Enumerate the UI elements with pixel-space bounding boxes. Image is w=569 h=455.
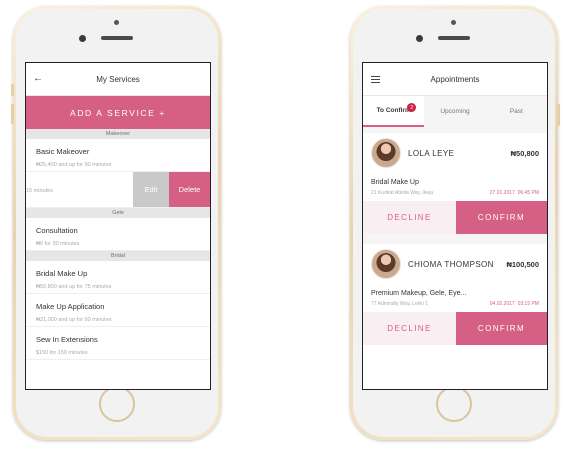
add-service-button[interactable]: ADD A SERVICE + (26, 96, 210, 129)
tab-past[interactable]: Past (486, 96, 547, 127)
tab-to-confirm[interactable]: To Confirm 2 (363, 96, 425, 127)
client-name: CHIOMA THOMPSON (408, 259, 494, 269)
service-name: Bridal Make Up (36, 269, 88, 278)
appointment-date: 04.02.2017 (489, 301, 515, 307)
service-price-duration: 15 minutes (26, 188, 53, 194)
appointment-meta: 77 Admiralty Way, Lekki 1 04.02.2017 03:… (363, 297, 547, 307)
service-price-duration: ₦0 for 30 minutes (36, 241, 80, 247)
front-sensor (451, 20, 456, 25)
appointment-actions: DECLINE CONFIRM (363, 201, 547, 234)
service-name: Make Up Application (36, 302, 105, 311)
hamburger-menu-icon[interactable] (371, 76, 380, 83)
appointment-service: Bridal Make Up (371, 179, 419, 186)
service-item[interactable]: Consultation ₦0 for 30 minutes (26, 218, 210, 251)
tab-bar: To Confirm 2 Upcoming Past (363, 96, 547, 127)
home-button[interactable] (99, 386, 135, 422)
service-name: Consultation (36, 226, 78, 235)
service-item[interactable]: Basic Makeover ₦25,400 and up for 90 min… (26, 139, 210, 172)
power-button (557, 104, 560, 126)
appointment-header: CHIOMA THOMPSON ₦100,500 (363, 244, 547, 284)
tab-label: Upcoming (440, 108, 470, 115)
appointment-price: ₦50,800 (510, 148, 539, 158)
page-title: Appointments (430, 74, 480, 84)
appointment-datetime: 04.02.2017 03:15 PM (490, 301, 539, 307)
confirm-button[interactable]: CONFIRM (456, 312, 547, 345)
volume-button (11, 104, 14, 124)
delete-button[interactable]: Delete (169, 172, 210, 207)
avatar (371, 249, 401, 279)
tab-label: To Confirm (376, 107, 411, 114)
section-header-bridal: Bridal (26, 251, 210, 261)
service-name: Basic Makeover (36, 147, 90, 156)
front-camera (416, 35, 423, 42)
my-services-screen: ← My Services ADD A SERVICE + Makeover B… (25, 62, 211, 390)
arrow-left-icon[interactable]: ← (33, 73, 43, 84)
section-header-makeover: Makeover (26, 129, 210, 139)
appointment-meta: 21 Kudirat Abiola Way, Ikeja 27.01.2017 … (363, 186, 547, 196)
appointment-card[interactable]: LOLA LEYE ₦50,800 Bridal Make Up 21 Kudi… (363, 133, 547, 234)
notification-badge: 2 (407, 103, 417, 112)
appointment-address: 21 Kudirat Abiola Way, Ikeja (371, 190, 433, 196)
avatar (371, 138, 401, 168)
volume-button (11, 84, 14, 96)
earpiece-speaker (438, 36, 470, 40)
appointments-screen: Appointments To Confirm 2 Upcoming Past … (362, 62, 548, 390)
appointment-time: 03:15 PM (517, 301, 539, 307)
appointment-header: LOLA LEYE ₦50,800 (363, 133, 547, 173)
appointment-datetime: 27.01.2017 06:45 PM (490, 190, 539, 196)
service-item[interactable]: Sew In Extensions $150 for 150 minutes (26, 327, 210, 360)
front-sensor (114, 20, 119, 25)
tab-label: Past (509, 108, 523, 115)
tab-upcoming[interactable]: Upcoming (424, 96, 485, 127)
appointment-actions: DECLINE CONFIRM (363, 312, 547, 345)
decline-button[interactable]: DECLINE (363, 201, 456, 234)
client-name: LOLA LEYE (408, 148, 455, 158)
section-header-gele: Gele (26, 208, 210, 218)
service-item[interactable]: Bridal Make Up ₦50,800 and up for 75 min… (26, 261, 210, 294)
swiped-service-item[interactable]: 15 minutes Edit Delete (26, 172, 210, 208)
spacer (363, 234, 547, 244)
decline-button[interactable]: DECLINE (363, 312, 456, 345)
nav-bar: Appointments (363, 63, 547, 96)
appointment-price: ₦100,500 (506, 259, 539, 269)
page-title: My Services (96, 74, 140, 84)
service-price-duration: $150 for 150 minutes (36, 350, 88, 356)
home-button[interactable] (436, 386, 472, 422)
nav-bar: ← My Services (26, 63, 210, 96)
appointment-time: 06:45 PM (517, 190, 539, 196)
edit-button[interactable]: Edit (133, 172, 169, 207)
earpiece-speaker (101, 36, 133, 40)
appointment-service: Premium Makeup, Gele, Eye... (371, 290, 467, 297)
service-price-duration: ₦50,800 and up for 75 minutes (36, 284, 112, 290)
appointment-date: 27.01.2017 (489, 190, 515, 196)
front-camera (79, 35, 86, 42)
service-price-duration: ₦21,000 and up for 60 minutes (36, 317, 112, 323)
service-price-duration: ₦25,400 and up for 90 minutes (36, 162, 112, 168)
appointment-card[interactable]: CHIOMA THOMPSON ₦100,500 Premium Makeup,… (363, 244, 547, 345)
service-item[interactable]: Make Up Application ₦21,000 and up for 6… (26, 294, 210, 327)
confirm-button[interactable]: CONFIRM (456, 201, 547, 234)
appointment-address: 77 Admiralty Way, Lekki 1 (371, 301, 428, 307)
service-name: Sew In Extensions (36, 335, 98, 344)
